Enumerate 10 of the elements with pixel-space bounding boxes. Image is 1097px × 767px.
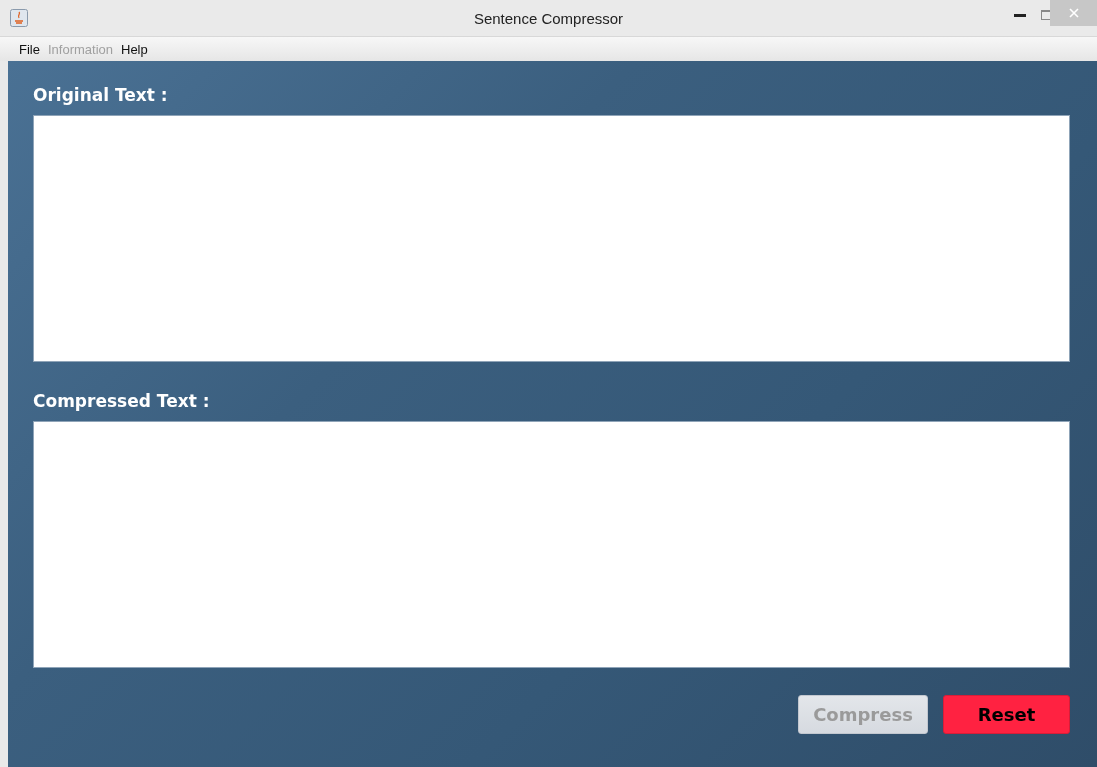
- field-label: Compressed Text :: [33, 391, 211, 411]
- text-area[interactable]: [33, 115, 1070, 362]
- close-icon[interactable]: [1050, 0, 1097, 26]
- field-label: Original Text :: [33, 85, 169, 105]
- app-icon: [10, 9, 28, 27]
- menu-item[interactable]: Help: [121, 41, 148, 57]
- window-title: Sentence Compressor: [473, 9, 624, 27]
- text-area[interactable]: [33, 421, 1070, 668]
- menu-item[interactable]: File: [19, 41, 40, 57]
- reset-button[interactable]: Reset: [943, 695, 1070, 734]
